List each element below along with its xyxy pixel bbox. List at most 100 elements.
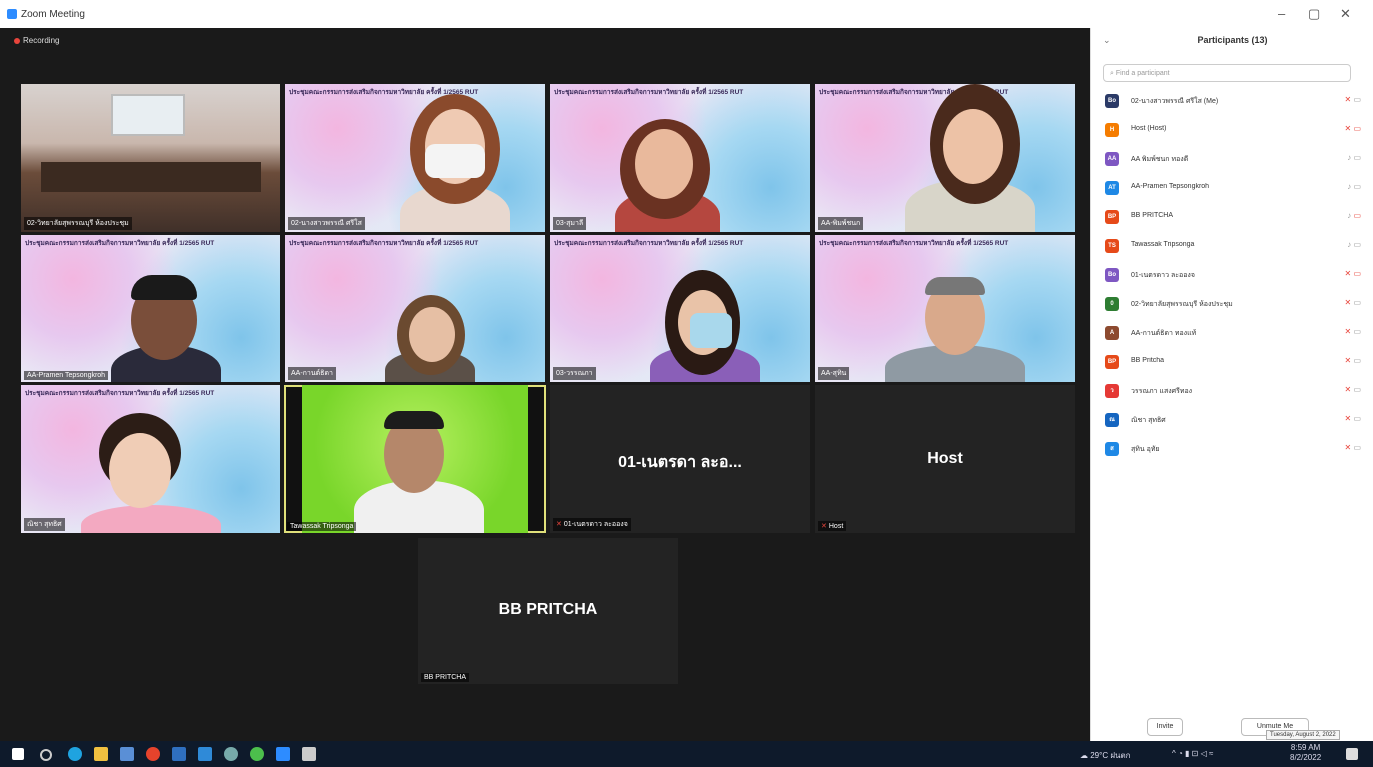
video-tile-off[interactable]: Host ✕ Host (815, 385, 1075, 533)
zoom-app-icon (7, 9, 17, 19)
participant-row[interactable]: 0 02-วิทยาลัยสุพรรณบุรี ห้องประชุม ✕ ▭ (1103, 295, 1365, 313)
projector-screen (111, 94, 185, 136)
video-off-icon: ▭ (1353, 124, 1361, 133)
participant-row[interactable]: ส สุทิน อุทัย ✕ ▭ (1103, 440, 1365, 458)
participant-status: ✕ ▭ (1344, 356, 1361, 365)
participant-row[interactable]: ณ ณิชา สุทธิศ ✕ ▭ (1103, 411, 1365, 429)
participant-status: ✕ ▭ (1344, 95, 1361, 104)
video-off-icon: ▭ (1353, 269, 1361, 278)
tile-label: 03-สุมาลี (553, 217, 587, 230)
participant-name: AA-กานต์ธิดา ทองแท้ (1131, 330, 1197, 337)
close-button[interactable]: ✕ (1340, 6, 1351, 22)
avatar: ส (1105, 442, 1119, 456)
tile-banner: ประชุมคณะกรรมการส่งเสริมกิจการมหาวิทยาลั… (554, 89, 744, 96)
participant-status: ♪ ▭ (1347, 240, 1361, 249)
participant-name: สุทิน อุทัย (1131, 446, 1160, 453)
system-tray-icons[interactable]: ^ ◔ ▮ ⊡ ◁ ≈ (1172, 749, 1213, 758)
minimize-button[interactable]: – (1278, 6, 1285, 21)
conference-table (41, 162, 261, 192)
participant-row[interactable]: Bo 01-เนตรดาว ละอองจ ✕ ▭ (1103, 266, 1365, 284)
participants-panel: ⌄ Participants (13) ⌕ Find a participant… (1090, 28, 1373, 741)
weather-widget[interactable]: ☁ 29°C ฝนตก (1080, 749, 1131, 762)
mail-icon[interactable] (172, 747, 186, 761)
avatar: BP (1105, 210, 1119, 224)
maximize-button[interactable]: ▢ (1308, 6, 1320, 22)
participant-search-input[interactable]: ⌕ Find a participant (1103, 64, 1351, 82)
person-hair (384, 411, 444, 429)
video-tile[interactable]: ประชุมคณะกรรมการส่งเสริมกิจการมหาวิทยาลั… (21, 385, 280, 533)
video-tile[interactable]: ประชุมคณะกรรมการส่งเสริมกิจการมหาวิทยาลั… (21, 235, 280, 382)
participant-name: วรรณภา แสงศรีทอง (1131, 388, 1193, 395)
file-explorer-icon[interactable] (94, 747, 108, 761)
line-icon[interactable] (250, 747, 264, 761)
avatar: ณ (1105, 413, 1119, 427)
tile-banner: ประชุมคณะกรรมการส่งเสริมกิจการมหาวิทยาลั… (289, 240, 479, 247)
edge-icon[interactable] (68, 747, 82, 761)
muted-mic-icon: ✕ (1344, 385, 1352, 394)
video-tile[interactable]: ประชุมคณะกรรมการส่งเสริมกิจการมหาวิทยาลั… (815, 84, 1075, 232)
participant-row[interactable]: TS Tawassak Tripsonga ♪ ▭ (1103, 237, 1365, 255)
participant-row[interactable]: Bo 02-นางสาวพรรณี ศรีใส (Me) ✕ ▭ (1103, 92, 1365, 110)
window-title: Zoom Meeting (21, 9, 85, 20)
video-tile[interactable]: ประชุมคณะกรรมการส่งเสริมกิจการมหาวิทยาลั… (550, 235, 810, 382)
tile-label: Tawassak Tripsonga (287, 522, 357, 531)
avatar: A (1105, 326, 1119, 340)
tile-banner: ประชุมคณะกรรมการส่งเสริมกิจการมหาวิทยาลั… (819, 89, 1009, 96)
tile-label: 02-วิทยาลัยสุพรรณบุรี ห้องประชุม (24, 217, 132, 230)
tile-label: BB PRITCHA (421, 673, 470, 682)
record-icon (14, 37, 20, 44)
participant-status: ✕ ▭ (1344, 414, 1361, 423)
search-placeholder: Find a participant (1115, 70, 1170, 77)
person-face (109, 433, 171, 508)
video-tile[interactable]: ประชุมคณะกรรมการส่งเสริมกิจการมหาวิทยาลั… (285, 84, 545, 232)
participant-name-large: Host (927, 450, 963, 467)
clock-date: 8/2/2022 (1290, 753, 1322, 762)
chrome-icon[interactable] (146, 747, 160, 761)
zoom-taskbar-icon[interactable] (276, 747, 290, 761)
participant-name: Tawassak Tripsonga (1131, 241, 1195, 248)
notification-icon[interactable] (1346, 748, 1358, 760)
clock[interactable]: 8:59 AM 8/2/2022 (1290, 743, 1321, 763)
app-icon[interactable] (224, 747, 238, 761)
muted-mic-icon: ✕ (821, 523, 827, 530)
video-tile[interactable]: ประชุมคณะกรรมการส่งเสริมกิจการมหาวิทยาลั… (815, 235, 1075, 382)
tile-label: ✕ Host (818, 521, 847, 531)
muted-mic-icon: ✕ (1344, 269, 1352, 278)
person-body (81, 505, 221, 533)
muted-mic-icon: ✕ (1344, 298, 1352, 307)
search-icon[interactable] (40, 749, 52, 761)
word-icon[interactable] (198, 747, 212, 761)
video-tile-off[interactable]: 01-เนตรดา ละอ... ✕ 01-เนตรดาว ละอองจ (550, 385, 810, 533)
photos-icon[interactable] (302, 747, 316, 761)
tile-label: 02-นางสาวพรรณี ศรีใส (288, 217, 365, 230)
tile-label: 03-วรรณภา (553, 367, 596, 380)
participant-row[interactable]: A AA-กานต์ธิดา ทองแท้ ✕ ▭ (1103, 324, 1365, 342)
video-tile[interactable]: ประชุมคณะกรรมการส่งเสริมกิจการมหาวิทยาลั… (550, 84, 810, 232)
weather-text: 29°C ฝนตก (1090, 751, 1131, 760)
avatar: AA (1105, 152, 1119, 166)
participant-row[interactable]: AT AA-Pramen Tepsongkroh ♪ ▭ (1103, 179, 1365, 197)
windows-start-icon[interactable] (12, 748, 24, 760)
muted-mic-icon: ✕ (556, 521, 562, 528)
video-tile-active-speaker[interactable]: Tawassak Tripsonga (284, 385, 546, 533)
participant-row[interactable]: AA AA พิมพ์ชนก ทองดี ♪ ▭ (1103, 150, 1365, 168)
invite-button[interactable]: Invite (1147, 718, 1183, 736)
video-tile[interactable]: ประชุมคณะกรรมการส่งเสริมกิจการมหาวิทยาลั… (285, 235, 545, 382)
person-face (409, 307, 455, 362)
windows-taskbar: ☁ 29°C ฝนตก ^ ◔ ▮ ⊡ ◁ ≈ 8:59 AM 8/2/2022 (0, 741, 1373, 767)
participant-row[interactable]: ว วรรณภา แสงศรีทอง ✕ ▭ (1103, 382, 1365, 400)
video-tile-room[interactable]: 02-วิทยาลัยสุพรรณบุรี ห้องประชุม (21, 84, 280, 232)
participant-row[interactable]: BP BB Pritcha ✕ ▭ (1103, 353, 1365, 371)
tile-label: ✕ 01-เนตรดาว ละอองจ (553, 518, 631, 531)
participant-name: 01-เนตรดาว ละอองจ (1131, 272, 1195, 279)
participant-status: ✕ ▭ (1345, 269, 1362, 278)
participant-row[interactable]: BP BB PRITCHA ♪ ▭ (1103, 208, 1365, 226)
store-icon[interactable] (120, 747, 134, 761)
participant-name: AA พิมพ์ชนก ทองดี (1131, 156, 1189, 163)
participant-name: 02-นางสาวพรรณี ศรีใส (Me) (1131, 98, 1219, 105)
participant-status: ✕ ▭ (1344, 385, 1361, 394)
video-tile-off[interactable]: BB PRITCHA BB PRITCHA (418, 538, 678, 684)
participant-name: Host (Host) (1131, 125, 1167, 132)
avatar: H (1105, 123, 1119, 137)
participant-row[interactable]: H Host (Host) ✕ ▭ (1103, 121, 1365, 139)
